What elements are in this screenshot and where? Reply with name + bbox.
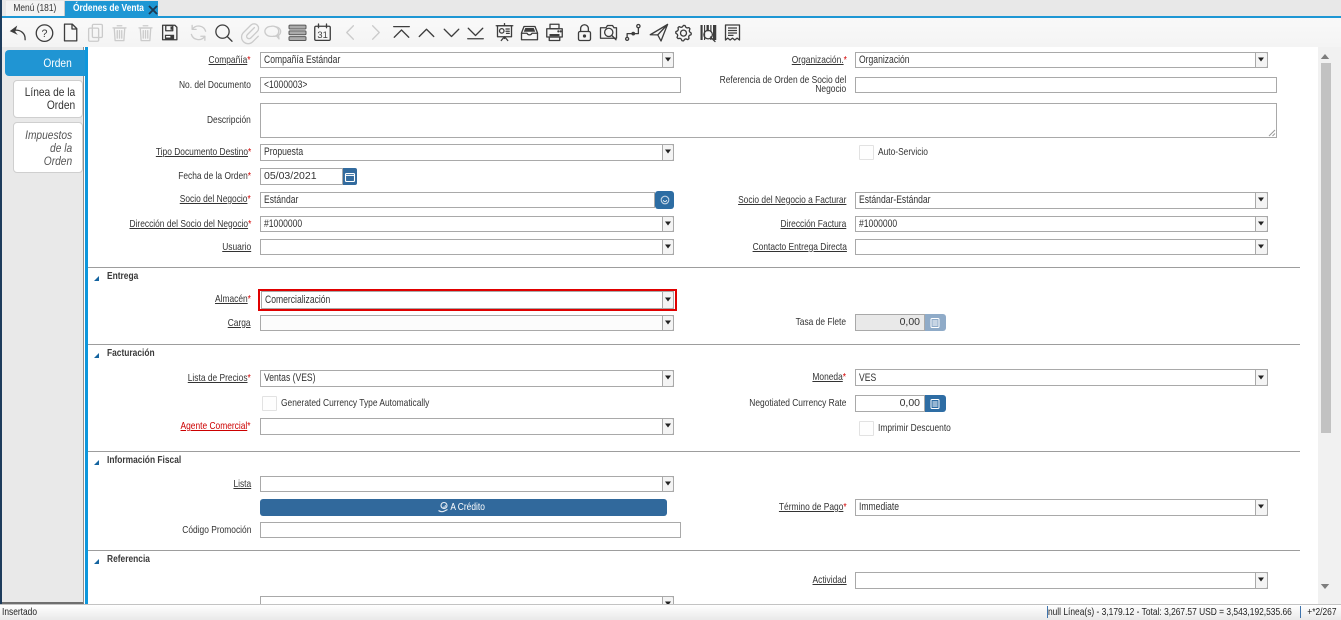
svg-text:?: ? xyxy=(42,28,48,40)
svg-text:31: 31 xyxy=(317,30,327,40)
